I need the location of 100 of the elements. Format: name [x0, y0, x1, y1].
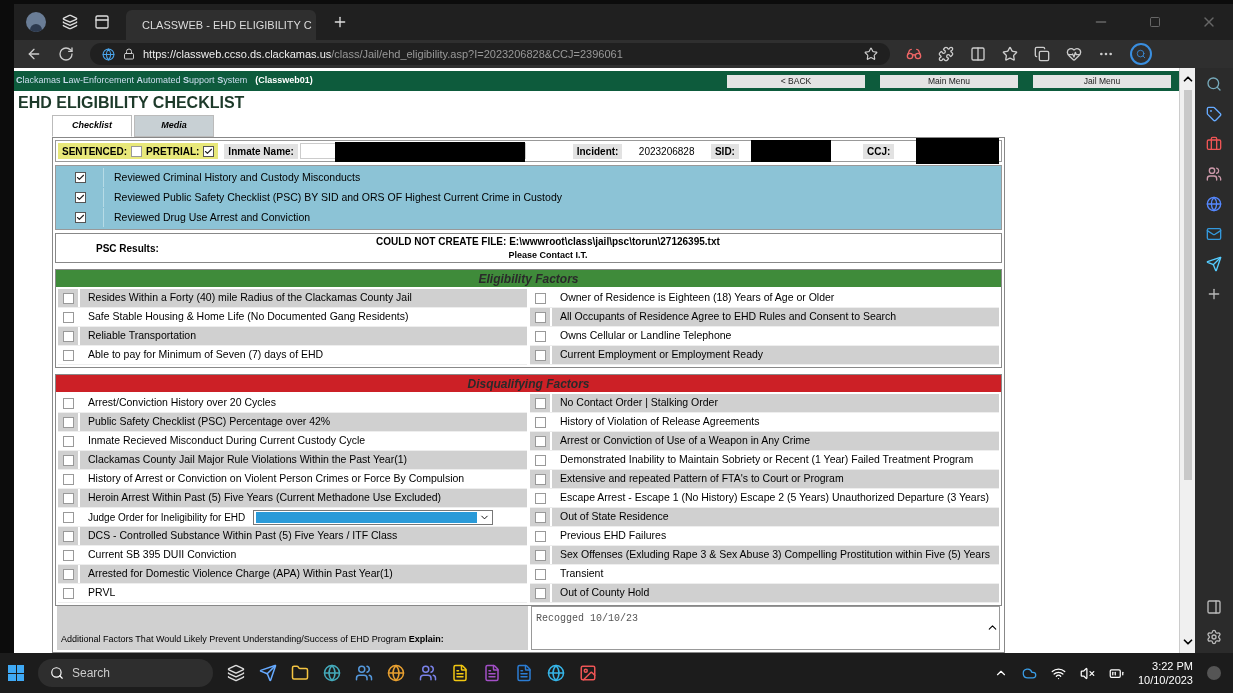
- extensions-icon[interactable]: [938, 46, 954, 62]
- checkbox[interactable]: [534, 311, 546, 323]
- factor-label: Able to pay for Minimum of Seven (7) days of EHD: [88, 347, 324, 363]
- lock-icon: [123, 48, 135, 60]
- checkbox[interactable]: [62, 349, 74, 361]
- favorite-star-icon[interactable]: [864, 47, 878, 61]
- checkbox[interactable]: [62, 492, 74, 504]
- inmate-name-field[interactable]: [299, 143, 526, 159]
- profile-avatar[interactable]: [26, 12, 46, 32]
- people-icon[interactable]: [355, 664, 373, 682]
- judge-order-select[interactable]: [253, 509, 494, 525]
- checkbox[interactable]: [75, 212, 86, 223]
- wifi-icon[interactable]: [1050, 665, 1066, 681]
- cloud-icon[interactable]: [1021, 665, 1037, 681]
- tab-actions-icon[interactable]: [94, 14, 110, 30]
- refresh-icon[interactable]: [58, 46, 74, 62]
- page-scrollbar[interactable]: [1179, 68, 1195, 653]
- checkbox[interactable]: [62, 530, 74, 542]
- split-screen-icon[interactable]: [970, 46, 986, 62]
- new-tab-icon[interactable]: [332, 14, 348, 30]
- page-tab[interactable]: Media: [134, 115, 214, 137]
- send-icon[interactable]: [1206, 256, 1222, 272]
- checkbox[interactable]: [203, 145, 215, 157]
- checkbox[interactable]: [75, 192, 86, 203]
- factor-label: Transient: [560, 566, 604, 582]
- checkbox[interactable]: [534, 492, 546, 504]
- factor-label: Previous EHD Failures: [560, 528, 667, 544]
- checkbox[interactable]: [534, 454, 546, 466]
- checkbox[interactable]: [534, 587, 546, 599]
- factor-label: Judge Order for Ineligibility for EHD: [88, 510, 246, 525]
- checkbox[interactable]: [534, 530, 546, 542]
- maximize-icon[interactable]: [1149, 16, 1161, 28]
- checkbox[interactable]: [75, 172, 86, 183]
- workspaces-icon[interactable]: [62, 14, 78, 30]
- browser-tab[interactable]: CLASSWEB - EHD ELIGIBILITY C: [126, 10, 316, 40]
- checkbox[interactable]: [62, 473, 74, 485]
- factor-label: Extensive and repeated Pattern of FTA's to Court or Program: [560, 471, 844, 487]
- checkbox[interactable]: [534, 397, 546, 409]
- globe-icon[interactable]: [1206, 196, 1222, 212]
- checkbox[interactable]: [534, 549, 546, 561]
- start-icon[interactable]: [8, 665, 24, 681]
- briefcase-icon[interactable]: [1206, 136, 1222, 152]
- collections-icon[interactable]: [1034, 46, 1050, 62]
- checkbox[interactable]: [534, 473, 546, 485]
- send-icon[interactable]: [259, 664, 277, 682]
- sidebar-toggle-icon[interactable]: [1206, 599, 1222, 615]
- checkbox[interactable]: [62, 454, 74, 466]
- nav-button[interactable]: Main Menu: [880, 74, 1018, 88]
- field-label: Inmate Name:: [224, 143, 298, 159]
- muted-volume-icon[interactable]: [1079, 665, 1095, 681]
- factor-label: History of Arrest or Conviction on Violent Person Crimes or Force By Compulsion: [88, 471, 465, 487]
- explain-textarea[interactable]: Recogged 10/10/23: [531, 606, 1000, 650]
- system-name: Clackamas Law-Enforcement Automated Support System: [16, 74, 248, 88]
- people-icon[interactable]: [1206, 166, 1222, 182]
- checkbox[interactable]: [62, 511, 74, 523]
- address-bar[interactable]: https://classweb.ccso.ds.clackamas.us/class/Jail/ehd_eligibility.asp?I=2023206828&CCJ=2396061: [90, 43, 890, 65]
- psc-results-label: PSC Results:: [96, 241, 160, 256]
- checkbox[interactable]: [534, 330, 546, 342]
- page-tab[interactable]: Checklist: [52, 115, 132, 137]
- clock-time: 3:22 PM: [1152, 659, 1193, 673]
- checkbox[interactable]: [62, 568, 74, 580]
- taskbar-search-field[interactable]: Search: [38, 659, 213, 687]
- mail-icon[interactable]: [1206, 226, 1222, 242]
- checkbox[interactable]: [534, 416, 546, 428]
- checkbox[interactable]: [534, 349, 546, 361]
- checkbox[interactable]: [62, 416, 74, 428]
- settings-icon[interactable]: [1206, 629, 1222, 645]
- globe-icon[interactable]: [323, 664, 341, 682]
- checkbox[interactable]: [534, 511, 546, 523]
- document-icon[interactable]: [451, 664, 469, 682]
- checkbox[interactable]: [62, 311, 74, 323]
- checkbox[interactable]: [62, 549, 74, 561]
- factor-label: All Occupants of Residence Agree to EHD Rules and Consent to Search: [560, 309, 897, 325]
- checkbox[interactable]: [534, 292, 546, 304]
- checkbox[interactable]: [62, 397, 74, 409]
- checkbox[interactable]: [62, 330, 74, 342]
- checkbox[interactable]: [62, 587, 74, 599]
- search-icon[interactable]: [1206, 76, 1222, 92]
- tag-icon[interactable]: [1206, 106, 1222, 122]
- nav-button[interactable]: Jail Menu: [1033, 74, 1171, 88]
- checkbox[interactable]: [534, 435, 546, 447]
- checkbox[interactable]: [131, 145, 142, 157]
- factor-label: Owner of Residence is Eighteen (18) Years of Age or Older: [560, 290, 835, 306]
- folder-icon[interactable]: [291, 664, 309, 682]
- nav-button[interactable]: < BACK: [727, 74, 865, 88]
- psc-error-message: COULD NOT CREATE FILE: E:\wwwroot\class\jail\psc\torun\27126395.txt: [376, 234, 720, 249]
- factor-label: Clackamas County Jail Major Rule Violations Within the Past Year(1): [88, 452, 408, 468]
- add-icon[interactable]: [1206, 286, 1222, 302]
- checkbox[interactable]: [534, 568, 546, 580]
- page-title: EHD ELIGIBILITY CHECKLIST: [17, 93, 246, 113]
- favorites-icon[interactable]: [1002, 46, 1018, 62]
- checkbox[interactable]: [62, 292, 74, 304]
- glasses-icon[interactable]: [906, 46, 922, 62]
- factor-label: Arrest/Conviction History over 20 Cycles: [88, 395, 276, 411]
- incident-value: 2023206828: [637, 144, 696, 159]
- scroll-thumb[interactable]: [1183, 90, 1192, 480]
- back-icon[interactable]: [26, 46, 42, 62]
- checkbox[interactable]: [62, 435, 74, 447]
- heart-pulse-icon[interactable]: [1066, 46, 1082, 62]
- notification-icon[interactable]: [1207, 666, 1221, 680]
